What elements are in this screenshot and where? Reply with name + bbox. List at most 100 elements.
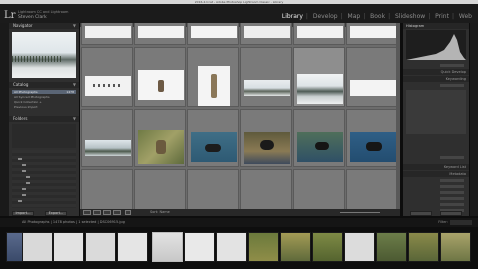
filmstrip-thumbnail[interactable] [117, 232, 148, 262]
folder-tree[interactable] [12, 150, 76, 208]
filmstrip-thumbnail[interactable] [280, 232, 311, 262]
grid-cell[interactable] [293, 109, 345, 167]
sync-metadata-button[interactable] [410, 211, 432, 216]
grid-cell[interactable] [346, 47, 398, 107]
compare-view-button[interactable] [103, 210, 111, 215]
photo-thumbnail [350, 132, 396, 162]
thumbnail-size-slider[interactable] [340, 212, 380, 213]
grid-cell[interactable] [187, 47, 239, 107]
grid-view-button[interactable] [83, 210, 91, 215]
grid-cell[interactable] [293, 23, 345, 45]
filmstrip-thumbnail[interactable] [248, 232, 279, 262]
sort-label[interactable]: Sort: Name [150, 210, 170, 214]
keyword-set-row[interactable] [406, 155, 466, 160]
filmstrip-thumbnail[interactable] [344, 232, 375, 262]
left-panel: Navigator ▼ Catalog ▼ All Photographs 14… [9, 23, 79, 216]
filmstrip-thumbnail-selected[interactable] [152, 232, 183, 262]
module-map[interactable]: Map [348, 13, 361, 20]
photo-thumbnail [191, 26, 237, 38]
filmstrip-thumbnail[interactable] [312, 232, 343, 262]
grid-cell[interactable] [134, 23, 186, 45]
keyword-list-header[interactable]: Keyword List [403, 164, 469, 170]
preset-row[interactable] [406, 63, 466, 68]
navigator-header[interactable]: Navigator ▼ [9, 23, 79, 29]
grid-cell[interactable] [293, 169, 345, 209]
painter-icon[interactable] [125, 210, 131, 215]
grid-cell[interactable] [240, 109, 292, 167]
module-slideshow[interactable]: Slideshow [395, 13, 425, 20]
photo-thumbnail [350, 26, 396, 38]
module-develop[interactable]: Develop [313, 13, 338, 20]
catalog-header[interactable]: Catalog ▼ [9, 82, 79, 88]
module-print[interactable]: Print [435, 13, 449, 20]
loupe-view-button[interactable] [93, 210, 101, 215]
grid-cell[interactable] [346, 169, 398, 209]
catalog-item-quick-collection[interactable]: Quick Collection + [12, 100, 76, 104]
preset-select[interactable] [440, 64, 464, 67]
sync-settings-button[interactable] [440, 211, 462, 216]
grid-cell[interactable] [240, 47, 292, 107]
keyword-tags-select[interactable] [440, 84, 464, 87]
survey-view-button[interactable] [113, 210, 121, 215]
left-panel-edge[interactable] [0, 23, 9, 216]
metadata-title: Metadata [449, 172, 466, 176]
filmstrip-thumbnail[interactable] [408, 232, 439, 262]
keyword-set-select[interactable] [440, 156, 464, 159]
filmstrip-thumbnail[interactable] [85, 232, 116, 262]
module-book[interactable]: Book [370, 13, 385, 20]
right-panel-edge[interactable] [470, 23, 478, 216]
grid-cell[interactable] [81, 109, 133, 167]
metadata-header[interactable]: Metadata [403, 171, 469, 177]
metadata-row [406, 190, 466, 195]
module-library[interactable]: Library [282, 13, 303, 20]
metadata-preset-row[interactable] [406, 178, 466, 183]
navigator-preview[interactable] [12, 32, 76, 78]
photo-thumbnail [297, 74, 343, 104]
keyword-tags-row[interactable] [406, 83, 466, 88]
filmstrip-thumbnail[interactable] [216, 232, 247, 262]
keywording-header[interactable]: Keywording [403, 76, 469, 82]
grid-cell[interactable] [187, 23, 239, 45]
quick-develop-header[interactable]: Quick Develop [403, 69, 469, 75]
grid-cell[interactable] [134, 169, 186, 209]
filmstrip-thumbnail[interactable] [376, 232, 407, 262]
filmstrip-thumbnail[interactable] [184, 232, 215, 262]
photo-thumbnail [85, 140, 131, 156]
metadata-preset-select[interactable] [440, 179, 464, 182]
filmstrip-bar: All Photographs | 1478 photos | 1 select… [0, 218, 478, 227]
grid-cell-selected[interactable] [293, 47, 345, 107]
grid-scrollbar[interactable] [396, 23, 400, 209]
keyword-entry-box[interactable] [406, 90, 466, 134]
grid-cell[interactable] [346, 109, 398, 167]
grid-cell[interactable] [81, 169, 133, 209]
grid-cell[interactable] [346, 23, 398, 45]
filmstrip-source[interactable]: All Photographs | 1478 photos | 1 select… [22, 220, 125, 224]
export-button[interactable]: Export... [45, 211, 67, 216]
filmstrip-thumbnail[interactable] [53, 232, 84, 262]
histogram-header[interactable]: Histogram [403, 23, 469, 29]
folders-header[interactable]: Folders ▼ [9, 116, 79, 122]
grid-cell[interactable] [81, 23, 133, 45]
collapse-triangle-icon[interactable]: ▼ [73, 82, 76, 88]
import-button[interactable]: Import... [12, 211, 34, 216]
grid-cell[interactable] [240, 23, 292, 45]
filmstrip-thumbnail[interactable] [440, 232, 471, 262]
grid-cell[interactable] [240, 169, 292, 209]
filmstrip-filter-select[interactable] [450, 220, 472, 225]
collapse-triangle-icon[interactable]: ▼ [73, 116, 76, 122]
grid-cell[interactable] [134, 109, 186, 167]
quick-develop-title: Quick Develop [440, 70, 466, 74]
filmstrip-thumbnail[interactable] [22, 232, 53, 262]
catalog-item-all-photographs[interactable]: All Photographs 1478 [12, 90, 76, 94]
collapse-triangle-icon[interactable]: ▼ [73, 23, 76, 29]
grid-cell[interactable] [81, 47, 133, 107]
grid-cell[interactable] [187, 169, 239, 209]
catalog-item-previous-import[interactable]: Previous Import [12, 105, 76, 109]
module-web[interactable]: Web [459, 13, 472, 20]
library-grid[interactable] [80, 23, 400, 209]
catalog-item-synced[interactable]: All Synced Photographs [12, 95, 76, 99]
folder-icon [22, 170, 26, 172]
grid-cell[interactable] [134, 47, 186, 107]
grid-cell[interactable] [187, 109, 239, 167]
catalog-item-label: All Photographs [14, 90, 38, 94]
